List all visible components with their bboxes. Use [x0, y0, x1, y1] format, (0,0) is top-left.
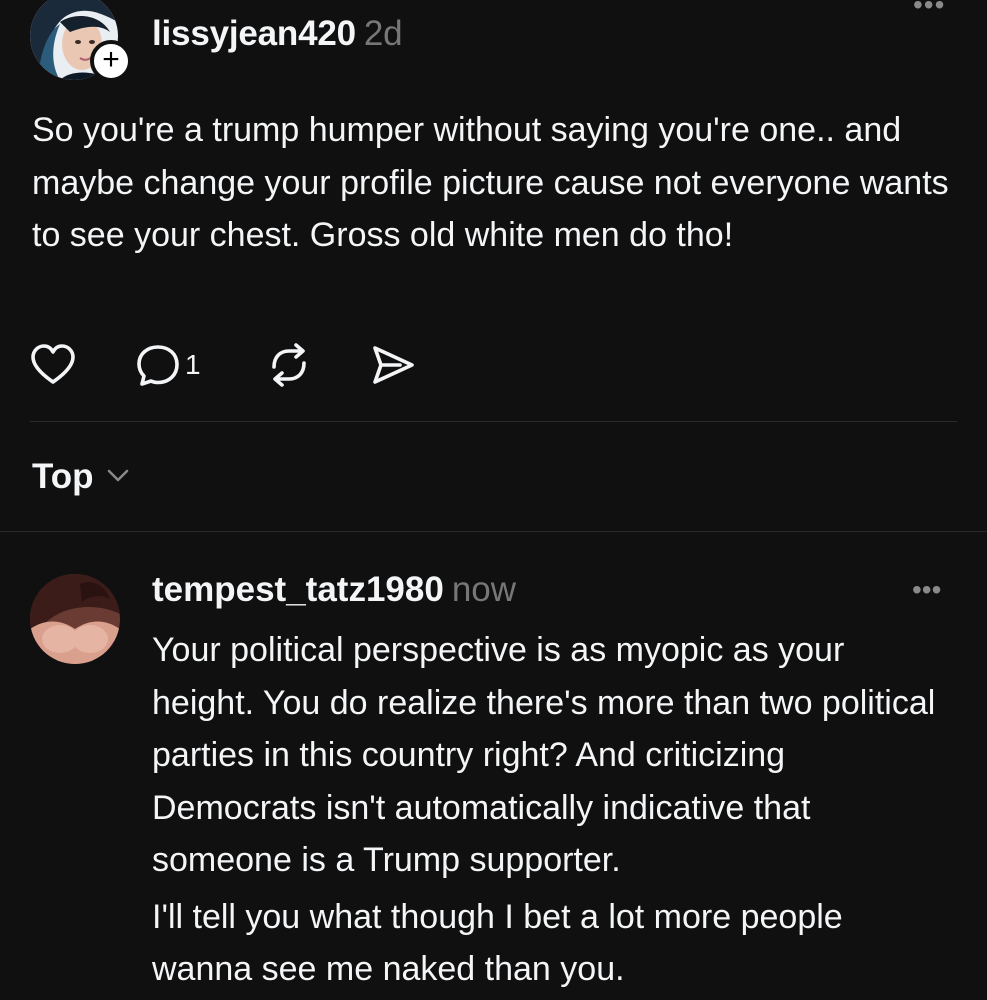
avatar[interactable] — [30, 574, 120, 664]
reply-author: tempest_tatz1980 now — [152, 570, 516, 610]
post-timestamp: 2d — [363, 14, 403, 53]
section-divider — [0, 531, 987, 532]
post-body: So you're a trump humper without saying … — [32, 111, 949, 254]
heart-icon — [31, 344, 75, 384]
reply-paragraph: I'll tell you what though I bet a lot mo… — [152, 897, 843, 989]
post-author: lissyjean420 2d — [152, 14, 403, 54]
comment-count: 1 — [185, 349, 201, 380]
thread-screen: + lissyjean420 2d ••• So you're a trump h… — [0, 0, 987, 1000]
post-actions: 1 — [30, 340, 530, 390]
repost-icon — [272, 343, 306, 387]
send-icon — [373, 346, 414, 384]
original-post: + lissyjean420 2d ••• So you're a trump h… — [0, 0, 987, 420]
chevron-down-icon — [106, 467, 130, 488]
share-button[interactable] — [370, 340, 416, 390]
post-divider — [30, 421, 957, 422]
like-button[interactable] — [30, 340, 76, 390]
follow-badge[interactable]: + — [90, 40, 132, 82]
reply-avatar-image — [30, 574, 120, 664]
reply-paragraph: Your political perspective is as myopic … — [152, 631, 936, 879]
repost-button[interactable] — [266, 340, 312, 390]
post-avatar-wrap[interactable]: + — [30, 0, 132, 84]
reply-more-icon[interactable]: ••• — [912, 576, 941, 604]
sort-label: Top — [32, 457, 94, 496]
reply-timestamp: now — [451, 570, 517, 609]
post-username[interactable]: lissyjean420 — [152, 14, 356, 53]
reply-username[interactable]: tempest_tatz1980 — [152, 570, 444, 609]
reply-body: Your political perspective is as myopic … — [152, 624, 952, 996]
comment-button[interactable]: 1 — [135, 340, 201, 390]
sort-selector[interactable]: Top — [32, 452, 130, 502]
comment-icon — [137, 345, 179, 386]
post-more-icon[interactable]: ••• — [913, 0, 947, 19]
